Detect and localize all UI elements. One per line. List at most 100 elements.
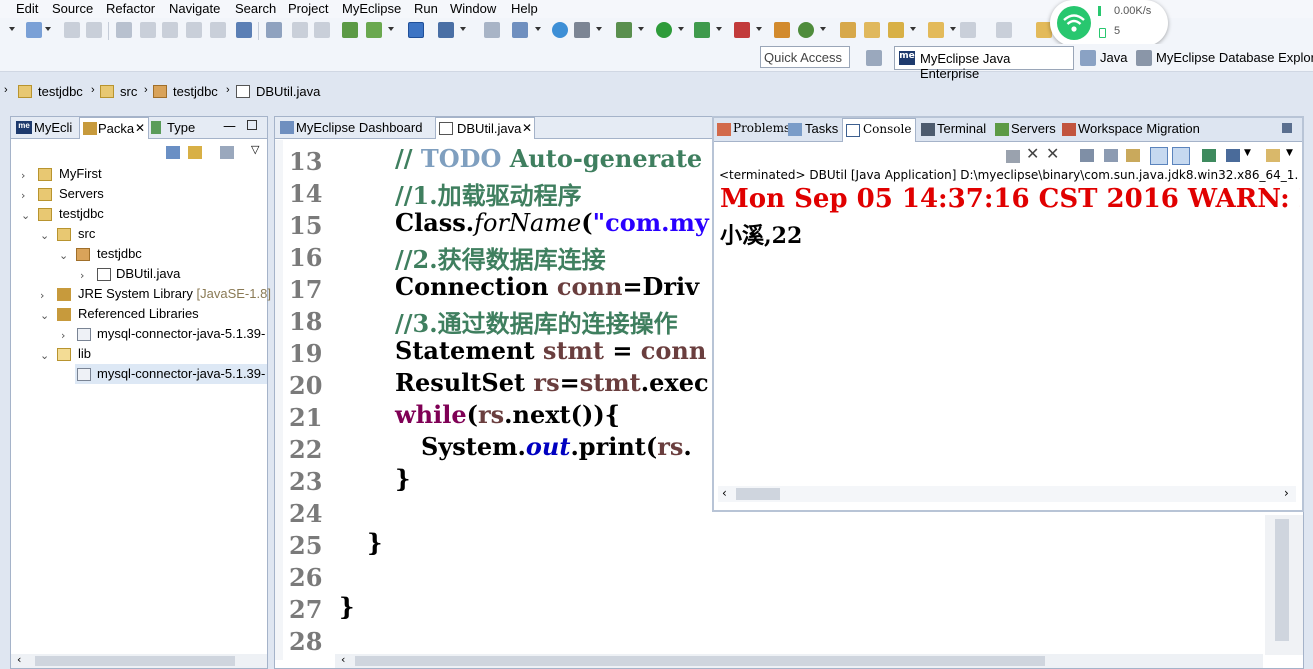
tab-dbutil-java[interactable]: DBUtil.java ✕ xyxy=(435,117,535,139)
code-line-14[interactable]: //1.加载驱动程序 xyxy=(395,176,582,210)
chevron-down-icon[interactable]: ▼ xyxy=(1286,148,1293,158)
dropdown-arrow-icon[interactable] xyxy=(820,27,826,31)
tree-item-package[interactable]: testjdbc xyxy=(97,246,142,261)
dropdown-arrow-icon[interactable] xyxy=(535,27,541,31)
deploy-icon[interactable] xyxy=(342,22,358,38)
close-icon[interactable]: ✕ xyxy=(135,121,145,135)
word-wrap-icon[interactable] xyxy=(1126,149,1140,162)
dropdown-arrow-icon[interactable] xyxy=(910,27,916,31)
run-icon[interactable] xyxy=(656,22,672,38)
open-folder-icon[interactable] xyxy=(864,22,880,38)
chevron-right-icon[interactable]: › xyxy=(40,289,44,302)
dropdown-arrow-icon[interactable] xyxy=(45,27,51,31)
chevron-right-icon[interactable]: › xyxy=(80,269,84,282)
menu-window[interactable]: Window xyxy=(450,1,496,16)
tab-problems[interactable]: Problems xyxy=(733,118,790,140)
tree-item-testjdbc[interactable]: testjdbc xyxy=(59,206,104,221)
chevron-right-icon[interactable]: › xyxy=(1284,486,1289,500)
console-horizontal-scrollbar[interactable]: ‹ › xyxy=(718,486,1296,502)
open-type-icon[interactable] xyxy=(840,22,856,38)
task-icon[interactable] xyxy=(928,22,944,38)
dropdown-arrow-icon[interactable] xyxy=(678,27,684,31)
display-console-icon[interactable] xyxy=(1226,149,1240,162)
search-icon[interactable] xyxy=(512,22,528,38)
tab-console[interactable]: Console xyxy=(842,118,916,142)
menu-myeclipse[interactable]: MyEclipse xyxy=(342,1,401,16)
collapse-all-icon[interactable] xyxy=(166,146,180,159)
breadcrumb-package[interactable]: testjdbc xyxy=(173,84,218,99)
pen-icon[interactable] xyxy=(888,22,904,38)
menu-help[interactable]: Help xyxy=(511,1,538,16)
tree-item-referenced-libraries[interactable]: Referenced Libraries xyxy=(78,306,199,321)
tab-type-hierarchy[interactable]: Type xyxy=(151,117,211,139)
scrollbar-thumb[interactable] xyxy=(35,656,235,666)
forward-icon[interactable] xyxy=(314,22,330,38)
clear-console-icon[interactable] xyxy=(1080,149,1094,162)
perspective-myeclipse-java[interactable]: me MyEclipse Java Enterprise xyxy=(894,46,1074,81)
tab-package-explorer[interactable]: Packa ✕ xyxy=(79,117,149,139)
code-line-13[interactable]: // TODO Auto-generate xyxy=(395,144,702,176)
minimize-icon[interactable]: — xyxy=(223,119,236,134)
package-icon[interactable] xyxy=(774,22,790,38)
dropdown-arrow-icon[interactable] xyxy=(716,27,722,31)
tree-item-src[interactable]: src xyxy=(78,226,95,241)
save-all-icon[interactable] xyxy=(86,22,102,38)
tab-terminal[interactable]: Terminal xyxy=(937,118,986,140)
code-line-20[interactable]: ResultSet rs=stmt.exec xyxy=(395,368,709,400)
server-icon[interactable] xyxy=(366,22,382,38)
prev-annotation-icon[interactable] xyxy=(996,22,1012,38)
bug-icon[interactable] xyxy=(616,22,632,38)
chevron-down-icon[interactable]: ⌄ xyxy=(40,349,49,362)
scrollbar-thumb[interactable] xyxy=(736,488,780,500)
tree-item-lib[interactable]: lib xyxy=(78,346,91,361)
terminate-icon[interactable] xyxy=(1006,150,1020,163)
chevron-down-icon[interactable]: ⌄ xyxy=(21,209,30,222)
code-line-22[interactable]: System.out.print(rs. xyxy=(421,432,692,464)
new-class-icon[interactable] xyxy=(798,22,814,38)
dropdown-arrow-icon[interactable] xyxy=(756,27,762,31)
chevron-down-icon[interactable]: ⌄ xyxy=(40,309,49,322)
menu-navigate[interactable]: Navigate xyxy=(169,1,220,16)
remove-launch-icon[interactable]: ✕ xyxy=(1026,144,1039,163)
redo-icon[interactable] xyxy=(186,22,202,38)
table-icon[interactable] xyxy=(484,22,500,38)
tree-item-myfirst[interactable]: MyFirst xyxy=(59,166,102,181)
menu-refactor[interactable]: Refactor xyxy=(106,1,155,16)
chevron-left-icon[interactable]: ‹ xyxy=(341,653,345,666)
code-line-17[interactable]: Connection conn=Driv xyxy=(395,272,699,304)
pin-console-icon[interactable] xyxy=(1202,149,1216,162)
breadcrumb-src[interactable]: src xyxy=(120,84,137,99)
select-icon[interactable] xyxy=(408,22,424,38)
menu-run[interactable]: Run xyxy=(414,1,438,16)
chevron-right-icon[interactable]: › xyxy=(21,169,25,182)
tree-item-jar[interactable]: mysql-connector-java-5.1.39- xyxy=(97,326,265,341)
vertical-scrollbar[interactable] xyxy=(1265,515,1303,655)
perspective-java[interactable]: Java xyxy=(1100,50,1127,65)
save-icon[interactable] xyxy=(64,22,80,38)
chevron-down-icon[interactable]: ⌄ xyxy=(59,249,68,262)
menu-project[interactable]: Project xyxy=(288,1,328,16)
tab-myeclipse-explorer[interactable]: me MyEcli xyxy=(13,117,77,139)
perspective-database[interactable]: MyEclipse Database Explor xyxy=(1156,50,1313,65)
scrollbar-thumb[interactable] xyxy=(355,656,1045,666)
chevron-left-icon[interactable]: ‹ xyxy=(17,653,21,666)
horizontal-scrollbar[interactable]: ‹ xyxy=(335,653,1263,668)
breadcrumb-file[interactable]: DBUtil.java xyxy=(256,84,320,99)
menu-source[interactable]: Source xyxy=(52,1,93,16)
close-icon[interactable]: ✕ xyxy=(522,121,532,135)
menu-edit[interactable]: Edit xyxy=(16,1,38,16)
paste-icon[interactable] xyxy=(210,22,226,38)
tab-myeclipse-dashboard[interactable]: MyEclipse Dashboard xyxy=(277,117,429,139)
filter-icon[interactable] xyxy=(220,146,234,159)
dropdown-arrow-icon[interactable] xyxy=(460,27,466,31)
remove-all-icon[interactable]: ✕ xyxy=(1046,144,1059,163)
code-line-27[interactable]: } xyxy=(339,592,354,624)
tab-tasks[interactable]: Tasks xyxy=(805,118,838,140)
code-line-16[interactable]: //2.获得数据库连接 xyxy=(395,240,606,274)
tree-item-lib-jar[interactable]: mysql-connector-java-5.1.39- xyxy=(97,366,265,381)
back-icon[interactable] xyxy=(292,22,308,38)
scroll-lock-icon[interactable] xyxy=(1104,149,1118,162)
dropdown-arrow-icon[interactable] xyxy=(388,27,394,31)
code-line-15[interactable]: Class.forName("com.my xyxy=(395,208,709,240)
tab-servers[interactable]: Servers xyxy=(1011,118,1056,140)
